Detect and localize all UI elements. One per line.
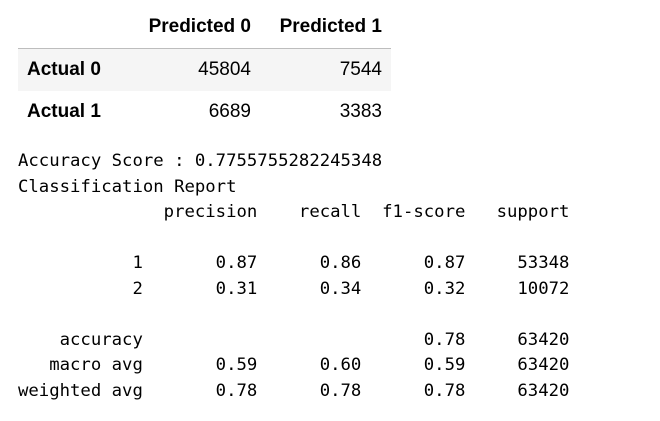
report-row-weighted-avg: weighted avg 0.78 0.78 0.78 63420 <box>18 380 570 401</box>
row-header: Actual 0 <box>27 59 101 80</box>
column-header: Predicted 0 <box>129 6 260 49</box>
confusion-matrix-table: Predicted 0 Predicted 1 Actual 0 45804 7… <box>18 6 391 133</box>
report-row-class-1: 1 0.87 0.86 0.87 53348 <box>18 253 570 273</box>
classification-report-output: Accuracy Score : 0.7755755282245348 Class… <box>18 149 569 404</box>
table-row: Actual 0 45804 7544 <box>18 48 391 91</box>
table-cell: 7544 <box>339 59 382 80</box>
report-row-accuracy: accuracy 0.78 63420 <box>18 329 570 350</box>
accuracy-score-line: Accuracy Score : 0.7755755282245348 <box>18 151 383 171</box>
table-row: Actual 1 6689 3383 <box>18 91 391 133</box>
column-header: Predicted 1 <box>260 6 391 49</box>
table-header-row: Predicted 0 Predicted 1 <box>18 6 391 49</box>
report-header-row: precision recall f1-score support <box>18 202 570 222</box>
report-row-macro-avg: macro avg 0.59 0.60 0.59 63420 <box>18 355 570 375</box>
table-cell: 6689 <box>208 101 251 122</box>
row-header: Actual 1 <box>27 101 101 122</box>
report-title: Classification Report <box>18 176 237 197</box>
table-cell: 45804 <box>198 59 251 80</box>
corner-cell <box>18 6 129 49</box>
table-cell: 3383 <box>339 101 382 122</box>
report-row-class-2: 2 0.31 0.34 0.32 10072 <box>18 278 570 299</box>
